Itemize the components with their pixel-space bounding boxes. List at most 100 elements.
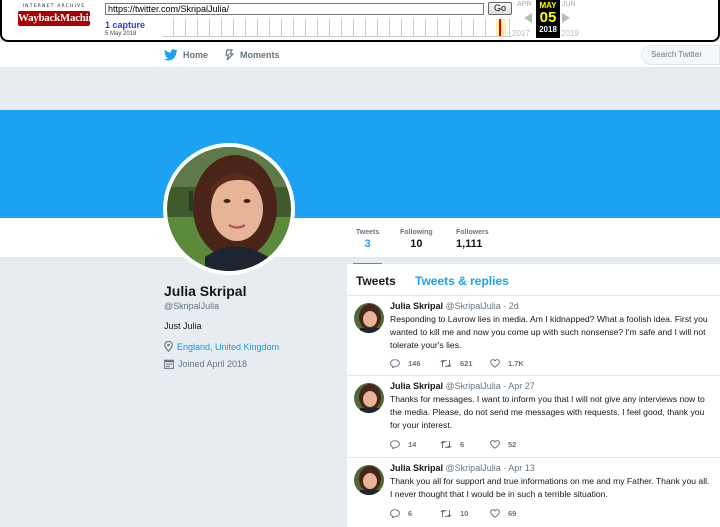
- sparkline-capture-tick: [499, 19, 501, 36]
- wayback-logo[interactable]: INTERNET ARCHIVE WaybackMachine: [18, 4, 99, 30]
- retweet-count: 10: [460, 509, 469, 518]
- tweet-text: Thanks for messages. I want to inform yo…: [390, 394, 705, 430]
- tweet-actions: 14 6 52: [390, 440, 540, 449]
- twitter-bird-icon: [164, 49, 178, 61]
- prev-capture-arrow-icon[interactable]: [524, 13, 532, 23]
- tweet-header: Julia Skripal @SkripalJulia · Apr 13: [390, 463, 535, 473]
- reply-icon: [390, 359, 400, 368]
- tweet-actions: 6 10 69: [390, 509, 540, 518]
- reply-icon: [390, 509, 400, 518]
- tweet-header: Julia Skripal @SkripalJulia · Apr 27: [390, 381, 535, 391]
- profile-handle[interactable]: @SkripalJulia: [164, 301, 219, 311]
- retweet-icon: [440, 440, 452, 449]
- timeline-tabs: Tweets Tweets & replies: [347, 264, 720, 296]
- current-year: 2018: [539, 25, 557, 34]
- profile-avatar[interactable]: [163, 143, 295, 275]
- tweet-item[interactable]: Julia Skripal @SkripalJulia · Apr 27 Tha…: [347, 376, 720, 458]
- tweet-text: Thank you all for support and true infor…: [390, 476, 710, 499]
- nav-moments-label: Moments: [240, 50, 280, 60]
- heart-icon: [490, 509, 500, 518]
- stat-following[interactable]: Following 10: [400, 229, 433, 250]
- stat-tweets-label: Tweets: [356, 229, 380, 236]
- tweet-avatar[interactable]: [354, 303, 384, 333]
- tweet-author-name[interactable]: Julia Skripal: [390, 463, 443, 473]
- wayback-toolbar: INTERNET ARCHIVE WaybackMachine https://…: [0, 0, 720, 42]
- wayback-logo-top: INTERNET ARCHIVE: [22, 4, 86, 9]
- wayback-go-button[interactable]: Go: [488, 2, 512, 15]
- profile-bio: Just Julia: [164, 321, 202, 331]
- stat-tweets[interactable]: Tweets 3: [352, 229, 383, 266]
- profile-banner: [0, 110, 720, 218]
- stat-following-value: 10: [410, 238, 423, 250]
- tweet-avatar[interactable]: [354, 465, 384, 495]
- retweet-button[interactable]: 10: [440, 509, 490, 518]
- search-input[interactable]: Search Twitter: [641, 45, 720, 65]
- profile-joined-text: Joined April 2018: [178, 359, 248, 369]
- reply-count: 6: [408, 509, 413, 518]
- calendar-icon: [164, 359, 174, 369]
- stat-followers[interactable]: Followers 1,111: [456, 229, 489, 250]
- stat-followers-label: Followers: [456, 229, 489, 236]
- tweet-item[interactable]: Julia Skripal @SkripalJulia · Apr 13 Tha…: [347, 458, 720, 527]
- profile-name[interactable]: Julia Skripal: [164, 283, 246, 299]
- tweet-author-handle[interactable]: @SkripalJulia · Apr 27: [446, 381, 535, 391]
- like-count: 69: [508, 509, 517, 518]
- tweet-header: Julia Skripal @SkripalJulia · 2d: [390, 301, 519, 311]
- reply-button[interactable]: 146: [390, 359, 440, 368]
- retweet-count: 621: [460, 359, 473, 368]
- tweet-avatar[interactable]: [354, 383, 384, 413]
- heart-icon: [490, 359, 500, 368]
- wayback-calendar-nav: APR JUN MAY 05 2018 2017 2019: [512, 0, 580, 38]
- like-button[interactable]: 1.7K: [490, 359, 540, 368]
- retweet-icon: [440, 509, 452, 518]
- like-button[interactable]: 52: [490, 440, 540, 449]
- nav-home-label: Home: [183, 50, 209, 60]
- wayback-sparkline[interactable]: [162, 19, 512, 37]
- tweet-author-name[interactable]: Julia Skripal: [390, 381, 443, 391]
- nav-moments[interactable]: Moments: [225, 49, 280, 61]
- twitter-nav-bar: Home Moments Search Twitter: [0, 42, 720, 68]
- tweet-author-name[interactable]: Julia Skripal: [390, 301, 443, 311]
- avatar-photo: [167, 147, 291, 271]
- heart-icon: [490, 440, 500, 449]
- wayback-capture-count[interactable]: 1 capture: [105, 20, 145, 30]
- nav-home[interactable]: Home: [164, 49, 208, 61]
- tab-tweets-replies[interactable]: Tweets & replies: [415, 274, 509, 288]
- location-pin-icon: [164, 341, 173, 352]
- current-day: 05: [539, 9, 557, 26]
- stat-following-label: Following: [400, 229, 433, 236]
- wayback-url-input[interactable]: https://twitter.com/SkripalJulia/: [105, 3, 484, 15]
- timeline: Tweets Tweets & replies Julia Skripal @S…: [347, 264, 720, 527]
- like-button[interactable]: 69: [490, 509, 540, 518]
- tweet-actions: 146 621 1.7K: [390, 359, 540, 368]
- tweet-author-handle[interactable]: @SkripalJulia · 2d: [446, 301, 519, 311]
- retweet-button[interactable]: 621: [440, 359, 490, 368]
- next-year-label[interactable]: 2019: [561, 29, 579, 38]
- wayback-capture-date: 5 May 2018: [105, 31, 137, 37]
- retweet-icon: [440, 359, 452, 368]
- wayback-logo-main: WaybackMachine: [18, 11, 99, 26]
- profile-location[interactable]: England, United Kingdom: [164, 341, 279, 352]
- retweet-button[interactable]: 6: [440, 440, 490, 449]
- tweet-text: Responding to Lavrow lies in media. Am I…: [390, 314, 708, 350]
- tweet-item[interactable]: Julia Skripal @SkripalJulia · 2d Respond…: [347, 296, 720, 376]
- next-capture-arrow-icon[interactable]: [562, 13, 570, 23]
- like-count: 1.7K: [508, 359, 524, 368]
- prev-year-label[interactable]: 2017: [512, 29, 530, 38]
- reply-button[interactable]: 14: [390, 440, 440, 449]
- profile-stats-bar: Tweets 3 Following 10 Followers 1,111: [0, 218, 720, 266]
- page-gap: [0, 68, 720, 110]
- next-month-label[interactable]: JUN: [562, 1, 576, 8]
- sparkline-current-year: [496, 19, 506, 36]
- tweet-author-handle[interactable]: @SkripalJulia · Apr 13: [446, 463, 535, 473]
- current-capture-date: MAY 05 2018: [536, 0, 560, 38]
- profile-location-text: England, United Kingdom: [177, 341, 280, 352]
- reply-button[interactable]: 6: [390, 509, 440, 518]
- stat-tweets-value: 3: [364, 238, 371, 250]
- tab-tweets[interactable]: Tweets: [356, 274, 396, 288]
- prev-month-label[interactable]: APR: [517, 1, 531, 8]
- reply-count: 146: [408, 359, 421, 368]
- stat-followers-value: 1,111: [456, 238, 483, 250]
- profile-joined: Joined April 2018: [164, 359, 247, 369]
- reply-count: 14: [408, 440, 417, 449]
